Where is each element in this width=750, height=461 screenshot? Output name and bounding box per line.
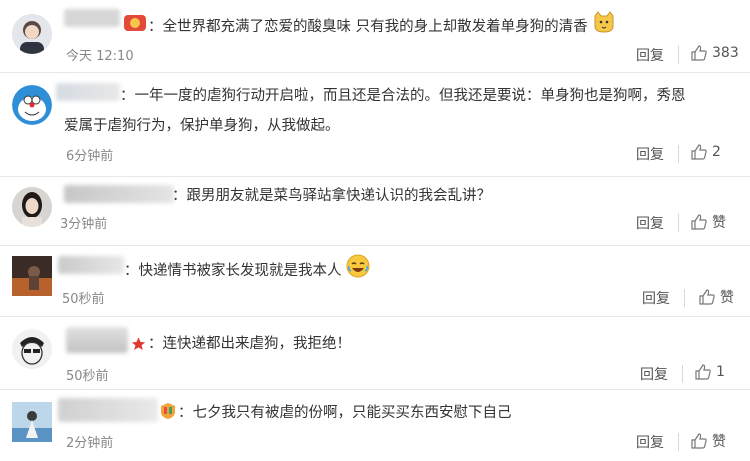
like-button[interactable]: 2 [690, 143, 721, 161]
comment-text: ：快递情书被家长发现就是我本人 [124, 254, 370, 288]
username-blurred[interactable] [66, 327, 128, 353]
reply-button[interactable]: 回复 [636, 45, 664, 65]
avatar[interactable] [12, 402, 52, 442]
reply-button[interactable]: 回复 [640, 364, 668, 384]
avatar[interactable] [12, 256, 52, 296]
divider [678, 145, 679, 163]
username-blurred[interactable] [64, 185, 174, 203]
like-count: 2 [712, 144, 721, 160]
comment-3: ：跟男朋友就是菜鸟驿站拿快递认识的我会乱讲？ 3分钟前 回复 赞 [0, 177, 750, 245]
reply-button[interactable]: 回复 [642, 288, 670, 308]
like-count: 1 [716, 364, 725, 380]
comment-text-line1: ：一年一度的虐狗行动开启啦，而且还是合法的。但我还是要说：单身狗也是狗啊，秀恩 [120, 88, 686, 104]
laughing-emoji-icon [346, 254, 370, 288]
comment-text: ：跟男朋友就是菜鸟驿站拿快递认识的我会乱讲？ [172, 188, 491, 204]
comment-time: 今天 12:10 [66, 49, 134, 64]
like-label: 赞 [712, 434, 726, 450]
divider [678, 433, 679, 451]
avatar[interactable] [12, 187, 52, 227]
like-button[interactable]: 赞 [690, 431, 726, 451]
like-button[interactable]: 赞 [698, 287, 734, 307]
avatar[interactable] [12, 85, 52, 125]
comment-time: 50秒前 [66, 369, 109, 384]
avatar[interactable] [12, 14, 52, 54]
comment-time: 3分钟前 [60, 217, 108, 232]
comment-1: ：全世界都充满了恋爱的酸臭味 只有我的身上却散发着单身狗的清香 今天 12:10… [0, 0, 750, 72]
thumbs-up-icon [691, 433, 707, 449]
comment-text: ：全世界都充满了恋爱的酸臭味 只有我的身上却散发着单身狗的清香 [148, 10, 616, 44]
like-button[interactable]: 1 [694, 363, 725, 381]
avatar-image [12, 14, 52, 54]
like-label: 赞 [712, 215, 726, 231]
comment-time: 2分钟前 [66, 436, 114, 451]
username-blurred[interactable] [58, 256, 124, 274]
avatar-image [12, 85, 52, 125]
avatar-image [12, 329, 52, 369]
divider [678, 214, 679, 232]
like-count: 383 [712, 45, 739, 61]
comment-time: 6分钟前 [66, 149, 114, 164]
avatar-image [12, 402, 52, 442]
cat-emoji-icon [592, 10, 616, 44]
comment-text-line2: 爱属于虐狗行为，保护单身狗，从我做起。 [64, 118, 340, 134]
badge-icon [160, 402, 176, 424]
thumbs-up-icon [699, 289, 715, 305]
thumbs-up-icon [691, 144, 707, 160]
username-blurred[interactable] [56, 83, 120, 101]
comment-2: ：一年一度的虐狗行动开启啦，而且还是合法的。但我还是要说：单身狗也是狗啊，秀恩 … [0, 73, 750, 176]
comment-text: ：连快递都出来虐狗，我拒绝！ [148, 336, 351, 352]
divider [682, 365, 683, 383]
thumbs-up-icon [691, 214, 707, 230]
comment-text: ：七夕我只有被虐的份啊，只能买买东西安慰下自己 [178, 405, 512, 421]
comment-4: ：快递情书被家长发现就是我本人 50秒前 回复 赞 [0, 246, 750, 316]
avatar[interactable] [12, 329, 52, 369]
emoji-icon [124, 13, 146, 35]
star-icon [130, 336, 147, 356]
avatar-image [12, 256, 52, 296]
thumbs-up-icon [695, 364, 711, 380]
like-button[interactable]: 赞 [690, 212, 726, 232]
divider [678, 46, 679, 64]
reply-button[interactable]: 回复 [636, 213, 664, 233]
like-label: 赞 [720, 290, 734, 306]
reply-button[interactable]: 回复 [636, 432, 664, 452]
avatar-image [12, 187, 52, 227]
username-blurred[interactable] [58, 398, 158, 422]
thumbs-up-icon [691, 45, 707, 61]
comment-5: ：连快递都出来虐狗，我拒绝！ 50秒前 回复 1 [0, 317, 750, 389]
comment-6: ：七夕我只有被虐的份啊，只能买买东西安慰下自己 2分钟前 回复 赞 [0, 390, 750, 461]
like-button[interactable]: 383 [690, 44, 739, 62]
username-blurred[interactable] [64, 9, 120, 27]
comment-time: 50秒前 [62, 292, 105, 307]
reply-button[interactable]: 回复 [636, 144, 664, 164]
divider [684, 289, 685, 307]
